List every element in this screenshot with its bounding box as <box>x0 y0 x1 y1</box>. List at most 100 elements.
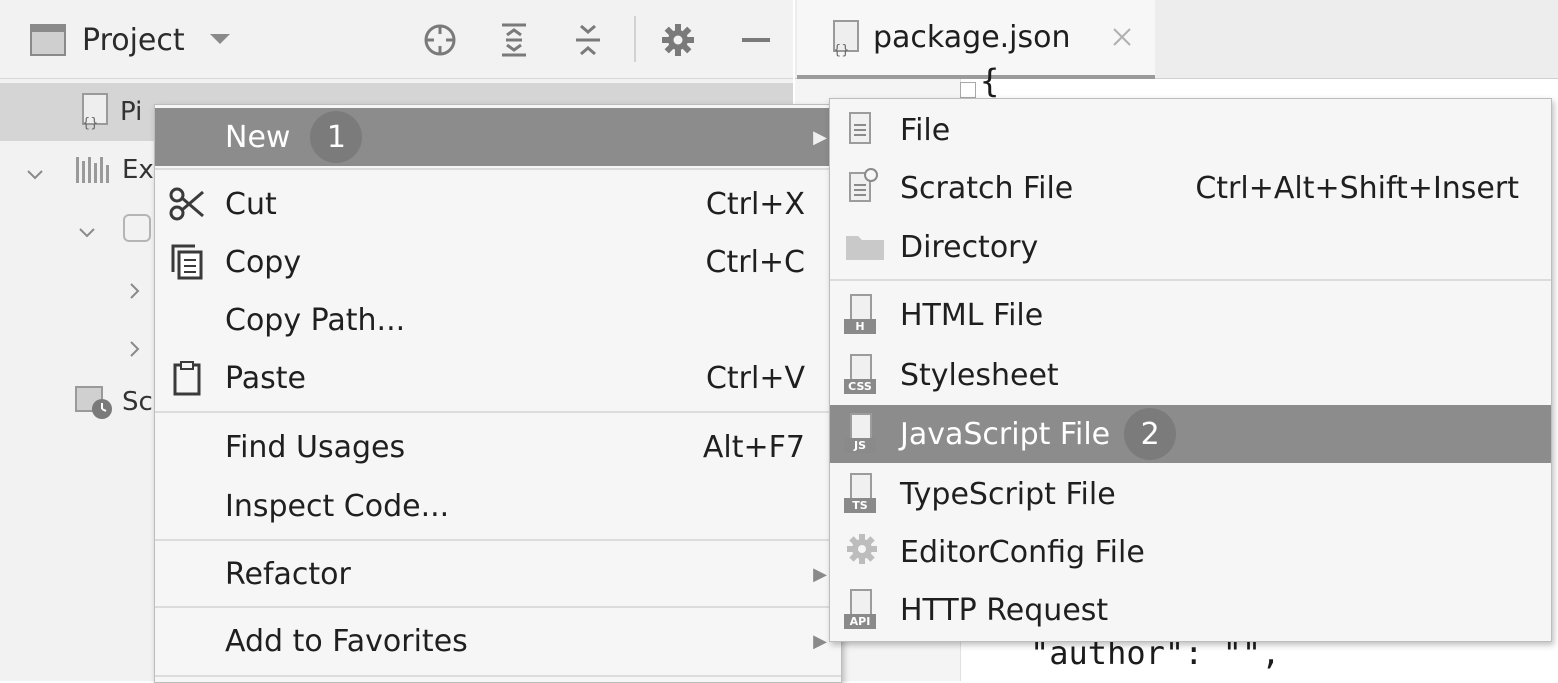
submenu-item-label: JavaScript File <box>900 416 1111 452</box>
menu-item-copy[interactable]: Copy Ctrl+C <box>155 233 841 291</box>
collapse-all-icon[interactable] <box>570 22 606 58</box>
toolbar-divider <box>634 16 636 62</box>
submenu-item-label: Stylesheet <box>900 357 1059 393</box>
menu-item-label: Cut <box>225 186 277 222</box>
menu-item-shortcut: Ctrl+X <box>705 186 805 222</box>
menu-item-cut[interactable]: Cut Ctrl+X <box>155 175 841 233</box>
project-panel-header: Project <box>0 0 793 79</box>
tree-item-label: Sc <box>122 387 153 417</box>
menu-separator <box>155 411 841 413</box>
svg-text:{}: {} <box>833 43 850 58</box>
menu-separator <box>155 606 841 608</box>
menu-item-label: Inspect Code... <box>225 488 450 524</box>
submenu-item-javascript-file[interactable]: JS JavaScript File 2 <box>830 405 1551 463</box>
html-file-icon: H <box>844 294 884 336</box>
menu-item-shortcut: Ctrl+C <box>705 244 805 280</box>
locate-target-icon[interactable] <box>422 22 458 58</box>
close-icon[interactable] <box>1111 26 1133 52</box>
step-badge: 1 <box>310 111 363 163</box>
scratches-icon <box>74 385 116 428</box>
project-view-icon <box>30 24 66 56</box>
file-type-tag: H <box>844 319 876 334</box>
submenu-item-typescript-file[interactable]: TS TypeScript File <box>830 465 1551 523</box>
menu-item-label: Paste <box>225 360 306 396</box>
editor-tab-label: package.json <box>873 20 1071 55</box>
chevron-right-icon <box>128 277 142 307</box>
chevron-down-icon <box>78 217 96 247</box>
submenu-item-label: Directory <box>900 229 1039 265</box>
submenu-item-label: HTTP Request <box>900 592 1109 628</box>
clipboard-icon <box>167 358 207 398</box>
submenu-item-label: Scratch File <box>900 170 1074 206</box>
project-view-selector[interactable]: Project <box>82 18 231 62</box>
menu-item-shortcut: Alt+F7 <box>702 429 805 465</box>
submenu-item-html-file[interactable]: H HTML File <box>830 286 1551 344</box>
step-badge: 2 <box>1124 408 1177 460</box>
library-icon <box>74 155 114 192</box>
submenu-arrow-icon: ▶ <box>813 630 827 652</box>
submenu-item-http-request[interactable]: API HTTP Request <box>830 581 1551 639</box>
editorconfig-icon <box>844 531 884 573</box>
menu-item-label: Copy <box>225 244 302 280</box>
menu-separator <box>155 539 841 541</box>
file-type-tag: JS <box>844 438 876 453</box>
menu-separator <box>155 168 841 170</box>
json-file-icon: {} <box>78 93 112 138</box>
submenu-arrow-icon: ▶ <box>813 126 827 148</box>
svg-text:{}: {} <box>82 116 99 131</box>
submenu-item-stylesheet[interactable]: CSS Stylesheet <box>830 346 1551 404</box>
new-submenu: File Scratch File Ctrl+Alt+Shift+Insert … <box>829 98 1552 642</box>
editor-tab[interactable]: {} package.json <box>797 0 1155 79</box>
menu-item-label: Add to Favorites <box>225 623 468 659</box>
ts-file-icon: TS <box>844 473 884 515</box>
menu-item-label: New <box>225 119 291 155</box>
menu-item-paste[interactable]: Paste Ctrl+V <box>155 349 841 407</box>
chevron-right-icon <box>128 335 142 365</box>
submenu-item-directory[interactable]: Directory <box>830 218 1551 276</box>
menu-item-add-to-favorites[interactable]: Add to Favorites ▶ <box>155 612 841 670</box>
css-file-icon: CSS <box>844 354 884 396</box>
menu-item-inspect-code[interactable]: Inspect Code... <box>155 477 841 535</box>
http-request-icon: API <box>844 589 884 631</box>
fold-marker-icon <box>960 82 976 98</box>
context-menu: New 1 ▶ Cut Ctrl+X Copy Ctrl+C Copy Path… <box>154 104 842 683</box>
menu-separator <box>155 675 841 677</box>
project-title: Project <box>82 22 185 58</box>
submenu-arrow-icon: ▶ <box>813 563 827 585</box>
node-module-icon <box>120 211 154 252</box>
scissors-icon <box>167 184 207 224</box>
submenu-item-label: HTML File <box>900 297 1044 333</box>
tree-item-label: Ex <box>122 155 154 185</box>
json-file-icon: {} <box>829 20 863 62</box>
menu-item-label: Find Usages <box>225 429 406 465</box>
minimize-icon[interactable] <box>738 22 774 58</box>
text-file-icon <box>844 109 884 151</box>
submenu-item-shortcut: Ctrl+Alt+Shift+Insert <box>1195 170 1519 206</box>
menu-item-find-usages[interactable]: Find Usages Alt+F7 <box>155 418 841 476</box>
scratch-file-icon <box>844 167 884 209</box>
submenu-item-scratch-file[interactable]: Scratch File Ctrl+Alt+Shift+Insert <box>830 159 1551 217</box>
submenu-item-label: TypeScript File <box>900 476 1116 512</box>
file-type-tag: CSS <box>844 379 876 394</box>
copy-icon <box>167 242 207 282</box>
menu-item-copy-path[interactable]: Copy Path... <box>155 291 841 349</box>
menu-item-shortcut: Ctrl+V <box>705 360 805 396</box>
submenu-item-label: EditorConfig File <box>900 534 1145 570</box>
menu-item-new[interactable]: New 1 ▶ <box>155 108 841 166</box>
menu-item-refactor[interactable]: Refactor ▶ <box>155 545 841 603</box>
chevron-down-icon <box>209 31 231 50</box>
submenu-item-file[interactable]: File <box>830 101 1551 159</box>
menu-item-label: Refactor <box>225 556 351 592</box>
gear-icon[interactable] <box>660 22 696 58</box>
expand-all-icon[interactable] <box>496 22 532 58</box>
menu-item-label: Copy Path... <box>225 302 406 338</box>
tree-item-label: Pi <box>120 97 143 127</box>
file-type-tag: API <box>844 614 876 629</box>
chevron-down-icon <box>26 159 44 189</box>
menu-separator <box>830 279 1551 281</box>
submenu-item-label: File <box>900 112 951 148</box>
code-line: { <box>980 62 1000 100</box>
folder-icon <box>844 226 884 268</box>
js-file-icon: JS <box>844 413 884 455</box>
submenu-item-editorconfig-file[interactable]: EditorConfig File <box>830 523 1551 581</box>
